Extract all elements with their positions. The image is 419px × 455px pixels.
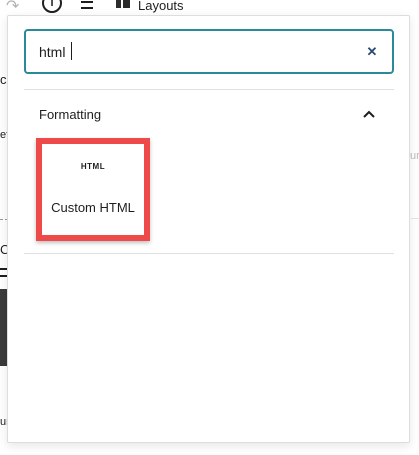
search-box: ✕ [24, 29, 394, 74]
panel-title[interactable]: Formatting [39, 107, 101, 122]
custom-html-block[interactable]: HTML Custom HTML [36, 138, 150, 241]
html-icon: HTML [80, 162, 106, 171]
divider [24, 89, 394, 90]
layouts-icon[interactable] [116, 0, 130, 8]
close-icon[interactable]: ✕ [362, 42, 382, 62]
block-label: Custom HTML [51, 200, 135, 215]
background-text-fragment: c [0, 72, 7, 87]
layouts-label[interactable]: Layouts [138, 0, 184, 13]
search-input[interactable] [39, 40, 339, 64]
info-icon[interactable]: i [42, 0, 62, 13]
background-menu-icon [0, 268, 7, 277]
divider [24, 253, 394, 254]
background-divider [411, 218, 419, 219]
text-caret [71, 42, 72, 60]
background-text-fragment: ure [410, 150, 419, 162]
editor-right-edge [411, 18, 419, 455]
chevron-up-icon[interactable] [358, 104, 380, 124]
list-view-icon[interactable] [81, 0, 93, 9]
redo-icon[interactable]: ↷ [6, 0, 19, 16]
block-inserter-popover: ✕ Formatting HTML Custom HTML [7, 15, 410, 443]
